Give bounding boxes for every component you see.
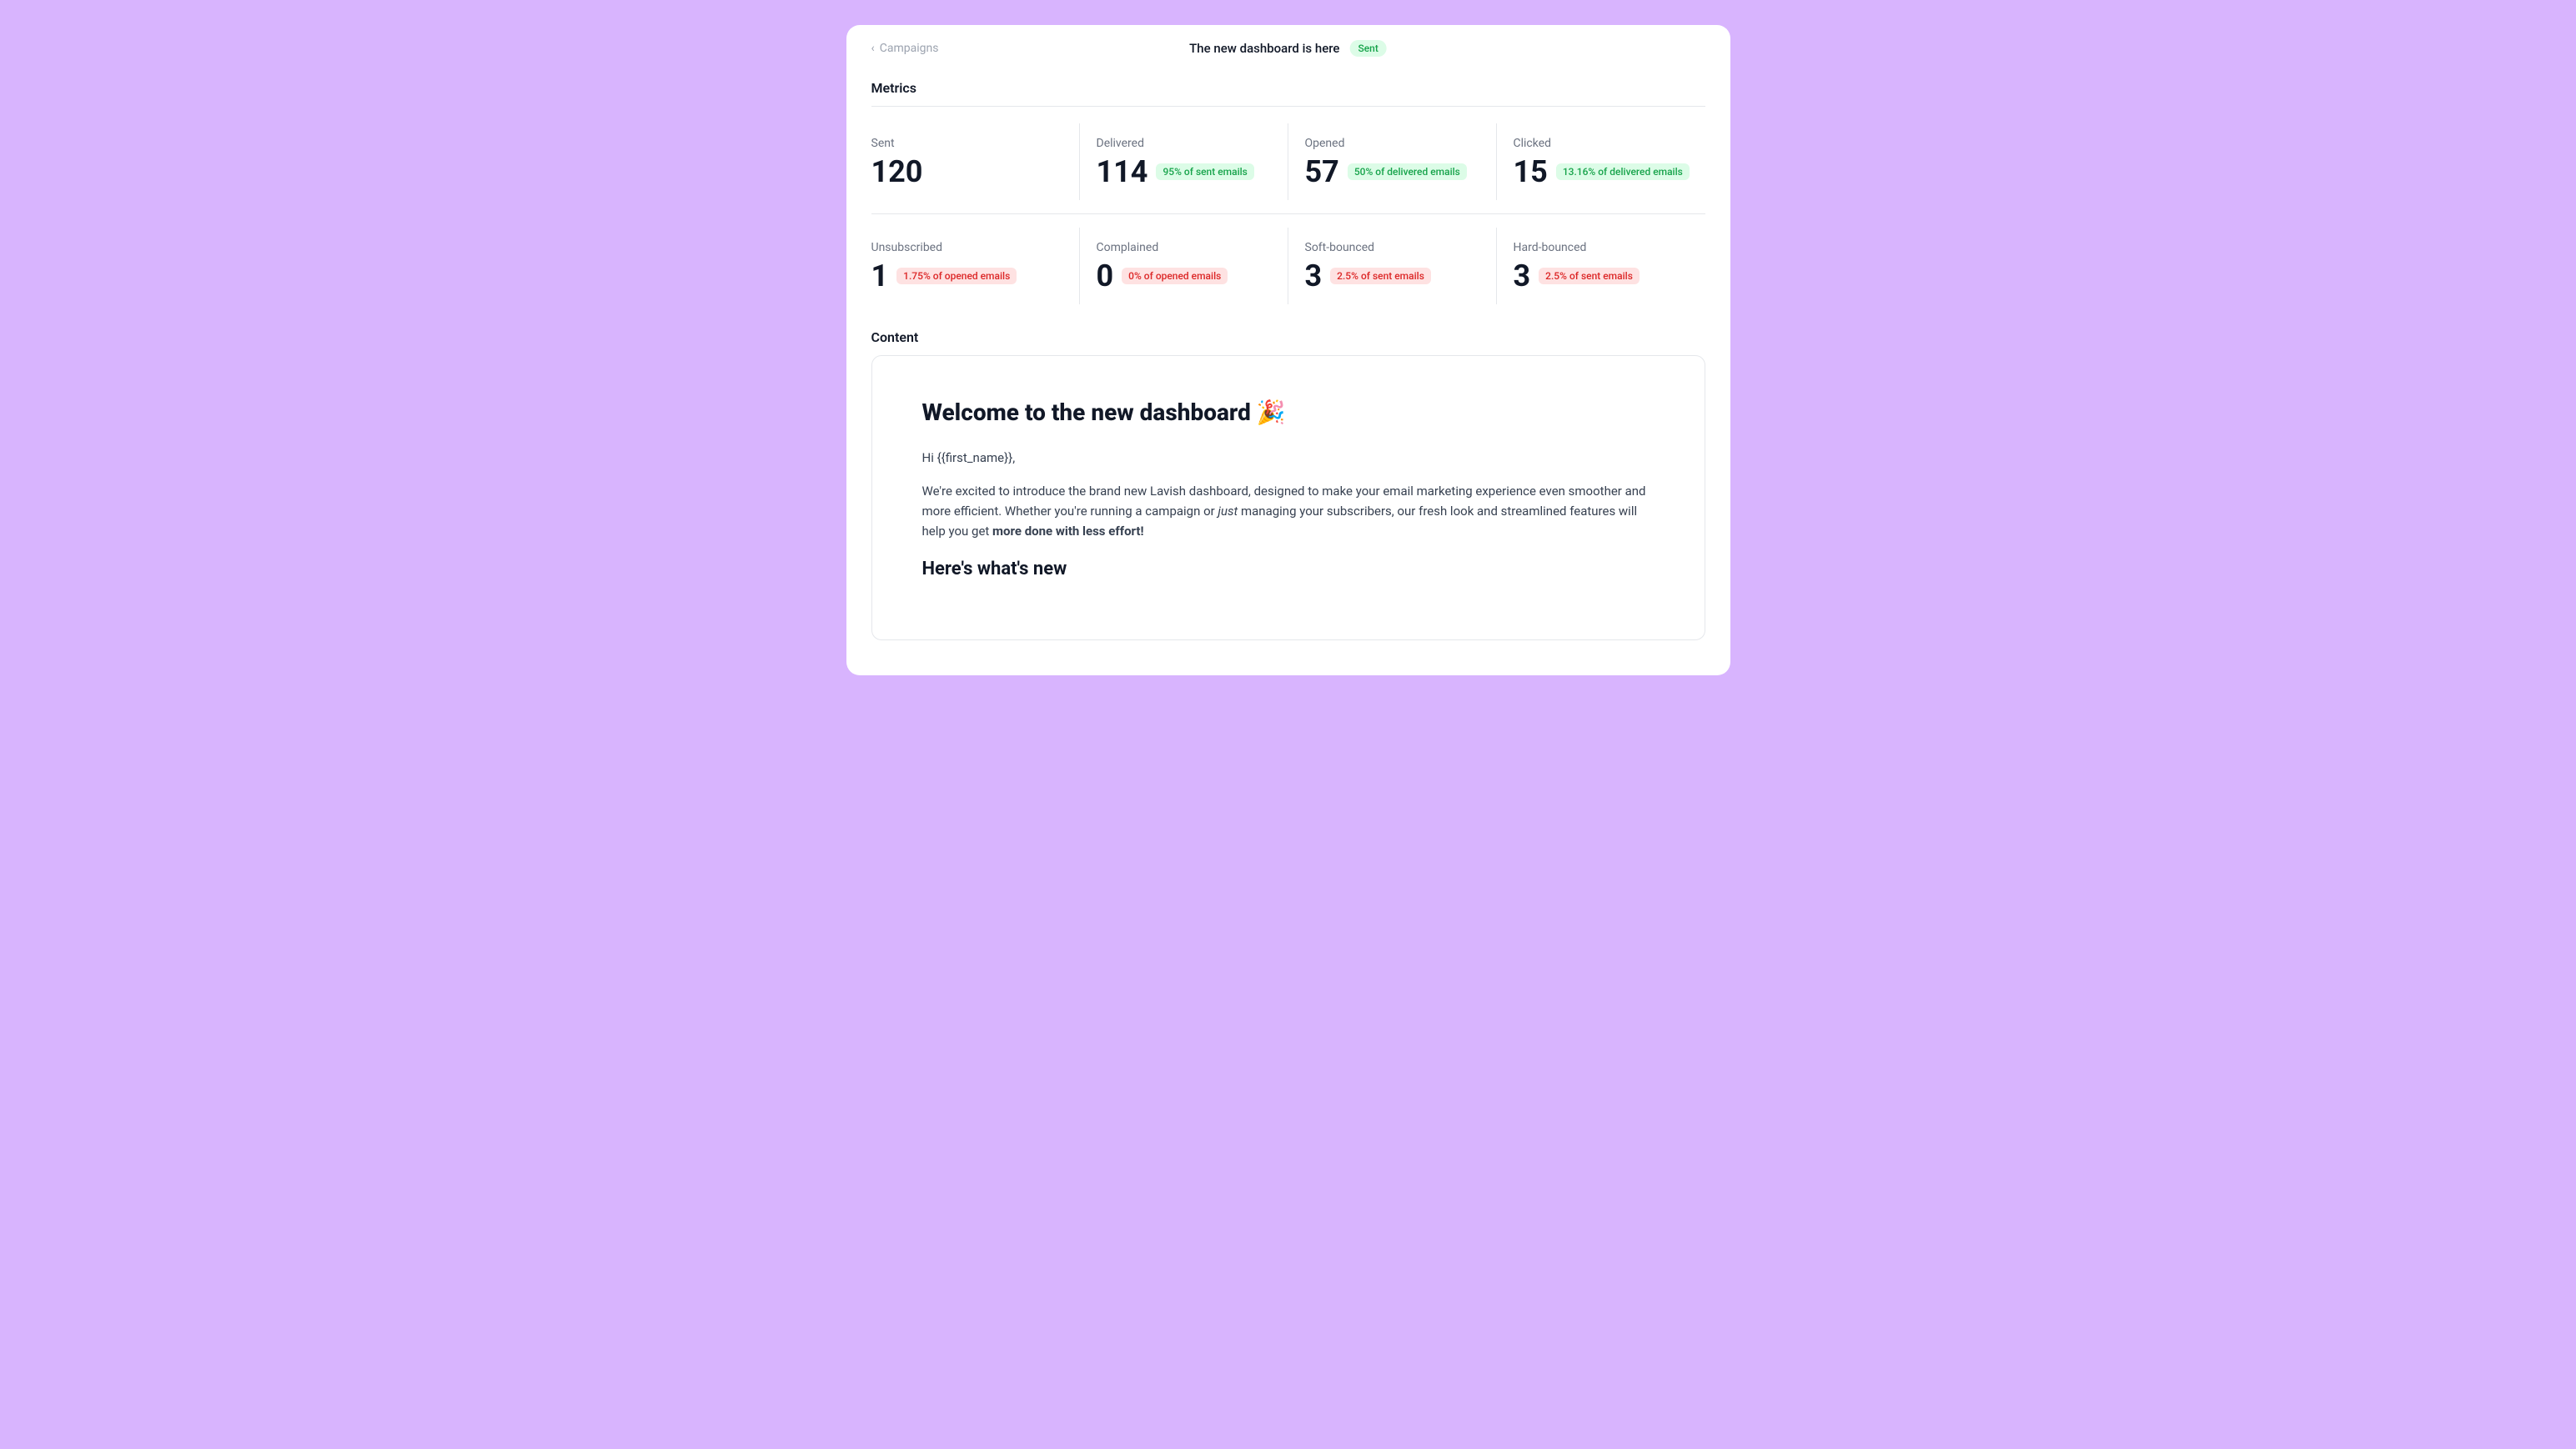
metric-sent: Sent 120 (871, 123, 1080, 200)
metric-complained-value: 0 (1097, 261, 1114, 291)
email-body: Hi {{first_name}}, We're excited to intr… (922, 448, 1655, 584)
content-area: Metrics Sent 120 Delivered 114 95% of se… (846, 72, 1730, 665)
metric-hard-bounced-value-row: 3 2.5% of sent emails (1514, 261, 1705, 291)
metric-soft-bounced-tag: 2.5% of sent emails (1330, 268, 1431, 284)
metrics-row-divider (871, 213, 1705, 214)
back-link[interactable]: ‹ Campaigns (871, 42, 939, 55)
email-greeting: Hi {{first_name}}, (922, 448, 1655, 468)
metric-delivered-value: 114 (1097, 157, 1148, 187)
metrics-row-1: Sent 120 Delivered 114 95% of sent email… (871, 123, 1705, 200)
metric-clicked-value: 15 (1514, 157, 1548, 187)
email-subject: Welcome to the new dashboard 🎉 (922, 398, 1655, 428)
metrics-section-title: Metrics (871, 80, 1705, 96)
metric-sent-label: Sent (871, 137, 1079, 150)
metric-soft-bounced-value: 3 (1305, 261, 1323, 291)
email-heading2: Here's what's new (922, 554, 1655, 584)
status-badge: Sent (1349, 40, 1386, 57)
metric-soft-bounced-label: Soft-bounced (1305, 241, 1496, 254)
metric-clicked-value-row: 15 13.16% of delivered emails (1514, 157, 1705, 187)
back-label: Campaigns (880, 42, 939, 55)
email-bold: more done with less effort! (992, 524, 1144, 539)
metric-delivered-value-row: 114 95% of sent emails (1097, 157, 1288, 187)
metric-sent-value-row: 120 (871, 157, 1079, 187)
metric-complained-value-row: 0 0% of opened emails (1097, 261, 1288, 291)
header-center: The new dashboard is here Sent (1189, 40, 1387, 57)
metric-complained-label: Complained (1097, 241, 1288, 254)
metric-clicked-label: Clicked (1514, 137, 1705, 150)
metric-delivered: Delivered 114 95% of sent emails (1080, 123, 1288, 200)
metrics-row-2: Unsubscribed 1 1.75% of opened emails Co… (871, 228, 1705, 304)
main-container: ‹ Campaigns The new dashboard is here Se… (846, 25, 1730, 675)
metric-hard-bounced-tag: 2.5% of sent emails (1539, 268, 1640, 284)
metric-unsubscribed-value: 1 (871, 261, 889, 291)
metric-hard-bounced: Hard-bounced 3 2.5% of sent emails (1497, 228, 1705, 304)
email-italic: just (1218, 504, 1238, 519)
metric-delivered-label: Delivered (1097, 137, 1288, 150)
metric-unsubscribed-value-row: 1 1.75% of opened emails (871, 261, 1079, 291)
metric-opened-tag: 50% of delivered emails (1348, 163, 1467, 180)
metric-complained: Complained 0 0% of opened emails (1080, 228, 1288, 304)
metric-unsubscribed-label: Unsubscribed (871, 241, 1079, 254)
metric-hard-bounced-label: Hard-bounced (1514, 241, 1705, 254)
metric-opened-value-row: 57 50% of delivered emails (1305, 157, 1496, 187)
metric-opened-value: 57 (1305, 157, 1339, 187)
metric-opened: Opened 57 50% of delivered emails (1288, 123, 1497, 200)
content-section-title: Content (871, 329, 1705, 345)
metric-soft-bounced: Soft-bounced 3 2.5% of sent emails (1288, 228, 1497, 304)
email-paragraph1: We're excited to introduce the brand new… (922, 481, 1655, 541)
metric-unsubscribed: Unsubscribed 1 1.75% of opened emails (871, 228, 1080, 304)
campaign-title: The new dashboard is here (1189, 41, 1339, 56)
content-section: Content Welcome to the new dashboard 🎉 H… (871, 329, 1705, 640)
header: ‹ Campaigns The new dashboard is here Se… (846, 25, 1730, 72)
metric-opened-label: Opened (1305, 137, 1496, 150)
metric-unsubscribed-tag: 1.75% of opened emails (896, 268, 1017, 284)
metric-delivered-tag: 95% of sent emails (1156, 163, 1253, 180)
metrics-divider (871, 106, 1705, 107)
metric-clicked: Clicked 15 13.16% of delivered emails (1497, 123, 1705, 200)
metric-complained-tag: 0% of opened emails (1122, 268, 1228, 284)
email-preview-box: Welcome to the new dashboard 🎉 Hi {{firs… (871, 355, 1705, 640)
back-chevron-icon: ‹ (871, 42, 875, 55)
metric-sent-value: 120 (871, 157, 923, 187)
metric-soft-bounced-value-row: 3 2.5% of sent emails (1305, 261, 1496, 291)
metric-clicked-tag: 13.16% of delivered emails (1556, 163, 1690, 180)
metric-hard-bounced-value: 3 (1514, 261, 1531, 291)
